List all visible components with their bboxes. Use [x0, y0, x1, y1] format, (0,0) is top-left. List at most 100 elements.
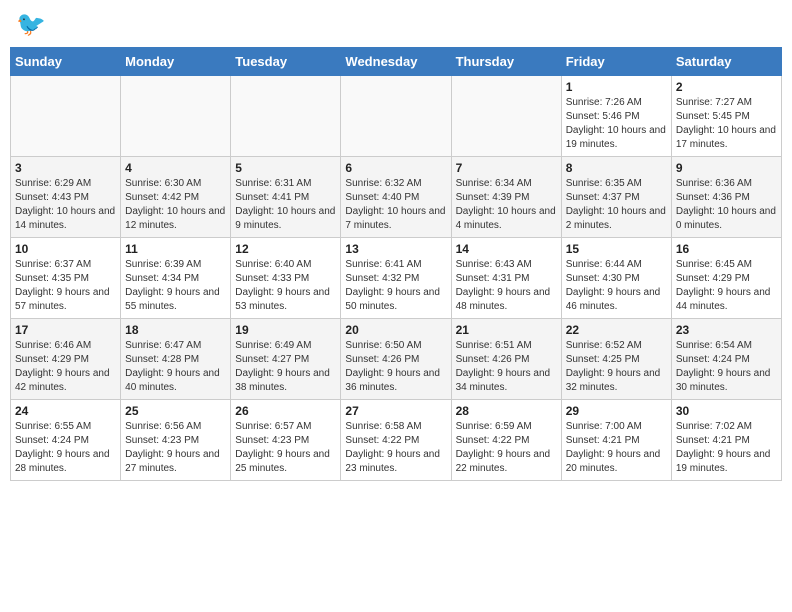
calendar-cell: 25 Sunrise: 6:56 AM Sunset: 4:23 PM Dayli…	[121, 400, 231, 481]
calendar-cell	[451, 76, 561, 157]
day-info: Sunrise: 6:30 AM Sunset: 4:42 PM Dayligh…	[125, 177, 226, 233]
day-number: 24	[15, 404, 116, 418]
logo-bird-icon: 🐦	[16, 10, 46, 39]
calendar-cell: 21 Sunrise: 6:51 AM Sunset: 4:26 PM Dayli…	[451, 319, 561, 400]
calendar-cell: 22 Sunrise: 6:52 AM Sunset: 4:25 PM Dayli…	[561, 319, 671, 400]
calendar-cell: 4 Sunrise: 6:30 AM Sunset: 4:42 PM Daylig…	[121, 157, 231, 238]
day-info: Sunrise: 6:32 AM Sunset: 4:40 PM Dayligh…	[345, 177, 446, 233]
day-info: Sunrise: 6:31 AM Sunset: 4:41 PM Dayligh…	[235, 177, 336, 233]
day-info: Sunrise: 6:35 AM Sunset: 4:37 PM Dayligh…	[566, 177, 667, 233]
calendar-cell: 18 Sunrise: 6:47 AM Sunset: 4:28 PM Dayli…	[121, 319, 231, 400]
weekday-header-tuesday: Tuesday	[231, 48, 341, 76]
day-info: Sunrise: 6:57 AM Sunset: 4:23 PM Dayligh…	[235, 420, 336, 476]
calendar-cell: 24 Sunrise: 6:55 AM Sunset: 4:24 PM Dayli…	[11, 400, 121, 481]
day-number: 5	[235, 161, 336, 175]
logo: 🐦	[10, 10, 46, 39]
day-info: Sunrise: 6:37 AM Sunset: 4:35 PM Dayligh…	[15, 258, 116, 314]
calendar-cell: 30 Sunrise: 7:02 AM Sunset: 4:21 PM Dayli…	[671, 400, 781, 481]
day-info: Sunrise: 6:40 AM Sunset: 4:33 PM Dayligh…	[235, 258, 336, 314]
day-info: Sunrise: 6:39 AM Sunset: 4:34 PM Dayligh…	[125, 258, 226, 314]
day-info: Sunrise: 6:59 AM Sunset: 4:22 PM Dayligh…	[456, 420, 557, 476]
calendar-cell: 29Sunrise: 7:00 AM Sunset: 4:21 PM Dayli…	[561, 400, 671, 481]
day-number: 14	[456, 242, 557, 256]
weekday-header-monday: Monday	[121, 48, 231, 76]
day-number: 1	[566, 80, 667, 94]
calendar-cell: 5 Sunrise: 6:31 AM Sunset: 4:41 PM Daylig…	[231, 157, 341, 238]
calendar-cell: 1 Sunrise: 7:26 AM Sunset: 5:46 PM Daylig…	[561, 76, 671, 157]
day-info: Sunrise: 7:00 AM Sunset: 4:21 PM Dayligh…	[566, 420, 667, 476]
day-info: Sunrise: 6:45 AM Sunset: 4:29 PM Dayligh…	[676, 258, 777, 314]
day-info: Sunrise: 7:02 AM Sunset: 4:21 PM Dayligh…	[676, 420, 777, 476]
calendar-cell: 10 Sunrise: 6:37 AM Sunset: 4:35 PM Dayli…	[11, 238, 121, 319]
calendar-cell: 26 Sunrise: 6:57 AM Sunset: 4:23 PM Dayli…	[231, 400, 341, 481]
calendar-week-row: 10 Sunrise: 6:37 AM Sunset: 4:35 PM Dayli…	[11, 238, 782, 319]
day-info: Sunrise: 6:34 AM Sunset: 4:39 PM Dayligh…	[456, 177, 557, 233]
calendar-cell: 27Sunrise: 6:58 AM Sunset: 4:22 PM Dayli…	[341, 400, 451, 481]
calendar-cell: 11 Sunrise: 6:39 AM Sunset: 4:34 PM Dayli…	[121, 238, 231, 319]
day-info: Sunrise: 6:46 AM Sunset: 4:29 PM Dayligh…	[15, 339, 116, 395]
day-number: 16	[676, 242, 777, 256]
calendar-cell: 20 Sunrise: 6:50 AM Sunset: 4:26 PM Dayli…	[341, 319, 451, 400]
day-info: Sunrise: 6:56 AM Sunset: 4:23 PM Dayligh…	[125, 420, 226, 476]
day-number: 30	[676, 404, 777, 418]
day-number: 4	[125, 161, 226, 175]
day-number: 19	[235, 323, 336, 337]
calendar-cell: 6 Sunrise: 6:32 AM Sunset: 4:40 PM Daylig…	[341, 157, 451, 238]
day-number: 28	[456, 404, 557, 418]
day-info: Sunrise: 6:47 AM Sunset: 4:28 PM Dayligh…	[125, 339, 226, 395]
day-number: 13	[345, 242, 446, 256]
day-info: Sunrise: 7:26 AM Sunset: 5:46 PM Dayligh…	[566, 96, 667, 152]
calendar-cell: 8Sunrise: 6:35 AM Sunset: 4:37 PM Daylig…	[561, 157, 671, 238]
day-info: Sunrise: 6:29 AM Sunset: 4:43 PM Dayligh…	[15, 177, 116, 233]
day-number: 11	[125, 242, 226, 256]
day-number: 23	[676, 323, 777, 337]
weekday-header-sunday: Sunday	[11, 48, 121, 76]
calendar-week-row: 24 Sunrise: 6:55 AM Sunset: 4:24 PM Dayli…	[11, 400, 782, 481]
day-number: 26	[235, 404, 336, 418]
day-number: 22	[566, 323, 667, 337]
calendar-week-row: 17 Sunrise: 6:46 AM Sunset: 4:29 PM Dayli…	[11, 319, 782, 400]
weekday-header-wednesday: Wednesday	[341, 48, 451, 76]
day-info: Sunrise: 6:51 AM Sunset: 4:26 PM Dayligh…	[456, 339, 557, 395]
calendar-cell: 3 Sunrise: 6:29 AM Sunset: 4:43 PM Daylig…	[11, 157, 121, 238]
calendar-cell: 14 Sunrise: 6:43 AM Sunset: 4:31 PM Dayli…	[451, 238, 561, 319]
day-number: 20	[345, 323, 446, 337]
day-info: Sunrise: 6:52 AM Sunset: 4:25 PM Dayligh…	[566, 339, 667, 395]
calendar-cell: 28 Sunrise: 6:59 AM Sunset: 4:22 PM Dayli…	[451, 400, 561, 481]
day-number: 27	[345, 404, 446, 418]
weekday-header-saturday: Saturday	[671, 48, 781, 76]
calendar-cell: 15 Sunrise: 6:44 AM Sunset: 4:30 PM Dayli…	[561, 238, 671, 319]
day-number: 2	[676, 80, 777, 94]
day-number: 17	[15, 323, 116, 337]
day-number: 18	[125, 323, 226, 337]
day-number: 10	[15, 242, 116, 256]
calendar-cell: 13 Sunrise: 6:41 AM Sunset: 4:32 PM Dayli…	[341, 238, 451, 319]
day-number: 21	[456, 323, 557, 337]
day-info: Sunrise: 6:55 AM Sunset: 4:24 PM Dayligh…	[15, 420, 116, 476]
day-number: 12	[235, 242, 336, 256]
day-number: 3	[15, 161, 116, 175]
day-info: Sunrise: 6:49 AM Sunset: 4:27 PM Dayligh…	[235, 339, 336, 395]
day-info: Sunrise: 6:41 AM Sunset: 4:32 PM Dayligh…	[345, 258, 446, 314]
calendar-cell: 17 Sunrise: 6:46 AM Sunset: 4:29 PM Dayli…	[11, 319, 121, 400]
day-info: Sunrise: 7:27 AM Sunset: 5:45 PM Dayligh…	[676, 96, 777, 152]
calendar-cell: 7 Sunrise: 6:34 AM Sunset: 4:39 PM Daylig…	[451, 157, 561, 238]
day-info: Sunrise: 6:43 AM Sunset: 4:31 PM Dayligh…	[456, 258, 557, 314]
calendar-table: SundayMondayTuesdayWednesdayThursdayFrid…	[10, 47, 782, 481]
calendar-cell	[231, 76, 341, 157]
calendar-cell: 23Sunrise: 6:54 AM Sunset: 4:24 PM Dayli…	[671, 319, 781, 400]
day-number: 25	[125, 404, 226, 418]
calendar-cell: 12 Sunrise: 6:40 AM Sunset: 4:33 PM Dayli…	[231, 238, 341, 319]
day-info: Sunrise: 6:50 AM Sunset: 4:26 PM Dayligh…	[345, 339, 446, 395]
day-number: 6	[345, 161, 446, 175]
day-info: Sunrise: 6:36 AM Sunset: 4:36 PM Dayligh…	[676, 177, 777, 233]
day-number: 15	[566, 242, 667, 256]
weekday-header-thursday: Thursday	[451, 48, 561, 76]
header: 🐦	[10, 10, 782, 39]
calendar-cell: 19 Sunrise: 6:49 AM Sunset: 4:27 PM Dayli…	[231, 319, 341, 400]
calendar-cell	[11, 76, 121, 157]
day-info: Sunrise: 6:44 AM Sunset: 4:30 PM Dayligh…	[566, 258, 667, 314]
day-number: 7	[456, 161, 557, 175]
calendar-week-row: 1 Sunrise: 7:26 AM Sunset: 5:46 PM Daylig…	[11, 76, 782, 157]
calendar-cell	[341, 76, 451, 157]
